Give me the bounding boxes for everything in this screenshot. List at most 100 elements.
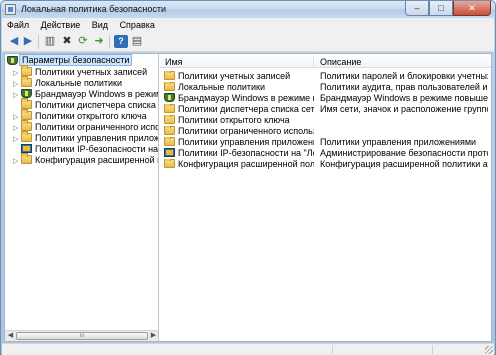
list-row[interactable]: Политики диспетчера списка сетей Имя сет… <box>160 104 491 115</box>
title-bar[interactable]: Локальная политика безопасности – □ ✕ <box>1 1 495 18</box>
ipsec-icon <box>21 144 32 153</box>
tree-item-network-list[interactable]: Политики диспетчера списка сетей <box>13 98 158 111</box>
folder-icon <box>164 71 175 80</box>
folder-icon <box>21 109 32 120</box>
folder-icon <box>21 65 32 76</box>
row-name: Политики открытого ключа <box>178 115 290 125</box>
folder-icon <box>21 120 32 131</box>
close-button[interactable]: ✕ <box>453 1 491 16</box>
shield-icon <box>164 93 175 102</box>
row-description: Брандмауэр Windows в режиме повышенно... <box>320 93 488 103</box>
tree-item-label: Брандмауэр Windows в режиме пов <box>35 89 158 99</box>
row-description: Конфигурация расширенной политики аудита <box>320 159 488 169</box>
expand-arrow-icon[interactable]: ▷ <box>13 80 21 88</box>
list-row[interactable]: Политики ограниченного использован... <box>160 126 491 137</box>
folder-icon <box>164 159 175 168</box>
tree-item-applocker[interactable]: ▷ Политики управления приложения <box>13 131 158 144</box>
list-row[interactable]: Политики управления приложениями Политик… <box>160 137 491 148</box>
list-row[interactable]: Политики учетных записей Политики пароле… <box>160 71 491 82</box>
export-icon[interactable]: ➜ <box>92 35 106 48</box>
folder-icon <box>21 98 32 109</box>
tree-item-label: Политики управления приложения <box>35 133 158 143</box>
delete-icon[interactable]: ✖ <box>60 35 74 48</box>
tree-item-firewall[interactable]: ▷ Брандмауэр Windows в режиме пов <box>13 89 158 100</box>
details-list: Имя Описание Политики учетных записей По… <box>160 54 491 341</box>
row-name: Политики IP-безопасности на "Локаль... <box>178 148 314 158</box>
refresh-icon[interactable]: ⟳ <box>76 35 90 48</box>
app-icon <box>5 4 16 15</box>
tree-item-label: Локальные политики <box>35 78 123 88</box>
toolbar-separator <box>109 35 110 49</box>
tree-item-label: Политики IP-безопасности на "Лока <box>35 144 159 154</box>
row-description: Политики паролей и блокировки учетных за… <box>320 71 488 81</box>
toolbar-separator <box>38 35 39 49</box>
column-header-description[interactable]: Описание <box>320 57 361 67</box>
scroll-left-icon[interactable]: ◀ <box>5 331 16 341</box>
tree-item-advanced-audit[interactable]: ▷ Конфигурация расширенной полит <box>13 153 158 166</box>
menu-help[interactable]: Справка <box>115 18 159 30</box>
tree-item-label: Политики открытого ключа <box>35 111 147 121</box>
row-name: Политики управления приложениями <box>178 137 314 147</box>
row-name: Локальные политики <box>178 82 266 92</box>
minimize-button[interactable]: – <box>405 1 429 16</box>
list-row[interactable]: Брандмауэр Windows в режиме пов... Бранд… <box>160 93 491 104</box>
ipsec-icon <box>164 148 175 157</box>
folder-icon <box>164 104 175 113</box>
expand-arrow-icon[interactable]: ▷ <box>13 69 21 77</box>
status-bar <box>2 343 494 355</box>
caption-buttons: – □ ✕ <box>405 1 491 16</box>
tree-item-account-policies[interactable]: ▷ Политики учетных записей <box>13 65 148 78</box>
folder-icon <box>21 76 32 87</box>
expand-arrow-icon[interactable]: ▷ <box>13 91 21 99</box>
tree-item-label: Политики учетных записей <box>35 67 148 77</box>
list-row[interactable]: Конфигурация расширенной политик... Конф… <box>160 159 491 170</box>
tree-item-public-key[interactable]: ▷ Политики открытого ключа <box>13 109 147 122</box>
tree-horizontal-scrollbar[interactable]: ◀ ııı ▶ <box>5 330 158 341</box>
app-window: Локальная политика безопасности – □ ✕ Фа… <box>0 0 496 355</box>
tree-item-software-restriction[interactable]: ▷ Политики ограниченного использо <box>13 120 159 133</box>
content-area: Параметры безопасности ▷ Политики учетных… <box>4 53 492 342</box>
expand-arrow-icon[interactable]: ▷ <box>13 135 21 143</box>
tree-item-local-policies[interactable]: ▷ Локальные политики <box>13 76 123 89</box>
folder-icon <box>21 153 32 164</box>
folder-icon <box>164 126 175 135</box>
row-name: Политики учетных записей <box>178 71 291 81</box>
expand-arrow-icon[interactable]: ▷ <box>13 113 21 121</box>
status-divider <box>332 345 333 354</box>
row-name: Брандмауэр Windows в режиме пов... <box>178 93 314 103</box>
list-row[interactable]: Политики открытого ключа <box>160 115 491 126</box>
forward-icon[interactable]: ▶ <box>21 35 35 48</box>
folder-icon <box>21 131 32 142</box>
folder-icon <box>164 82 175 91</box>
row-name: Политики ограниченного использован... <box>178 126 314 136</box>
menu-action[interactable]: Действие <box>36 18 85 30</box>
tree-item-ipsec[interactable]: Политики IP-безопасности на "Лока <box>13 144 159 155</box>
list-row[interactable]: Локальные политики Политики аудита, прав… <box>160 82 491 93</box>
menu-view[interactable]: Вид <box>87 18 112 30</box>
tree-item-label: Конфигурация расширенной полит <box>35 155 158 165</box>
help-icon[interactable]: ? <box>114 35 128 48</box>
scroll-thumb[interactable]: ııı <box>16 332 148 340</box>
column-header-name[interactable]: Имя <box>165 57 183 67</box>
menu-bar: Файл Действие Вид Справка <box>2 18 494 32</box>
row-name: Политики диспетчера списка сетей <box>178 104 314 114</box>
scroll-right-icon[interactable]: ▶ <box>148 331 158 341</box>
back-icon[interactable]: ◀ <box>7 35 21 48</box>
expand-arrow-icon[interactable]: ▷ <box>13 157 21 165</box>
row-description: Имя сети, значок и расположение группов.… <box>320 104 488 114</box>
toolbar: ◀ ▶ ▥ ✖ ⟳ ➜ ? ▤ <box>2 32 494 52</box>
folder-icon <box>164 115 175 124</box>
console-tree-icon[interactable]: ▥ <box>43 35 57 48</box>
menu-file[interactable]: Файл <box>2 18 33 30</box>
list-row[interactable]: Политики IP-безопасности на "Локаль... А… <box>160 148 491 159</box>
row-description: Политики аудита, прав пользователей и па… <box>320 82 488 92</box>
shield-icon <box>21 89 32 98</box>
maximize-button[interactable]: □ <box>429 1 453 16</box>
expand-arrow-icon[interactable]: ▷ <box>13 124 21 132</box>
row-name: Конфигурация расширенной политик... <box>178 159 314 169</box>
resize-grip-icon[interactable] <box>485 346 493 354</box>
properties-icon[interactable]: ▤ <box>130 35 144 48</box>
folder-icon <box>164 137 175 146</box>
column-divider[interactable] <box>313 55 314 67</box>
tree-item-label: Политики ограниченного использо <box>35 122 159 132</box>
